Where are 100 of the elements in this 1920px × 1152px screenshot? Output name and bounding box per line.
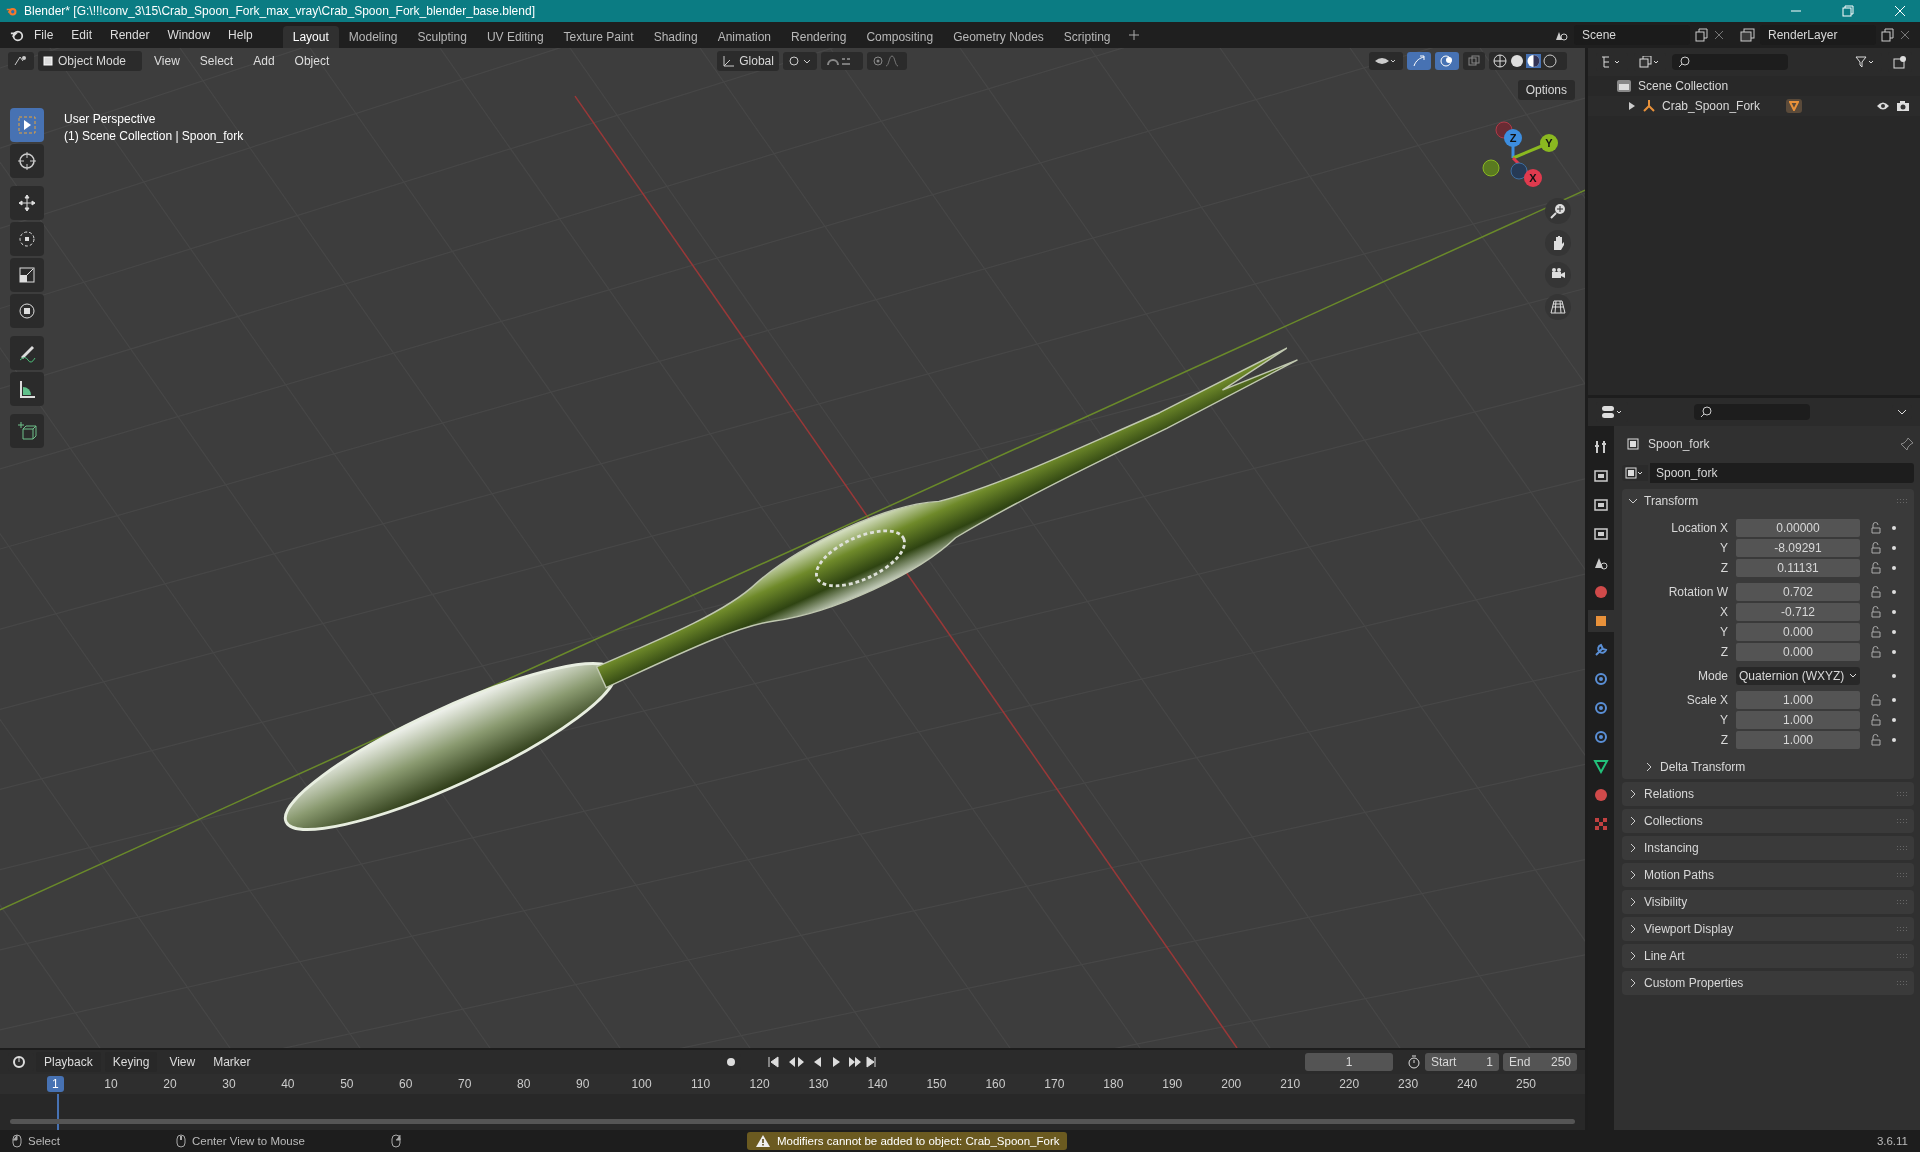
cursor-tool-button[interactable] [10, 144, 44, 178]
panel-title[interactable]: Visibility [1644, 895, 1688, 909]
workspace-tab[interactable]: Shading [643, 26, 708, 48]
object-icon[interactable] [1593, 613, 1609, 629]
number-field[interactable]: 1.000 [1736, 711, 1860, 729]
panel-title[interactable]: Relations [1644, 787, 1695, 801]
view-layer-field[interactable]: RenderLayer [1760, 25, 1876, 45]
duplicate-icon[interactable] [1694, 27, 1710, 43]
transform-tool-button[interactable] [10, 294, 44, 328]
eye-icon[interactable] [1876, 101, 1890, 111]
lock-icon[interactable] [1870, 694, 1882, 706]
workspace-tab[interactable]: Modeling [338, 26, 408, 48]
lock-icon[interactable] [1870, 734, 1882, 746]
keyframe-dot-icon[interactable] [1892, 610, 1896, 614]
mode-dropdown[interactable]: Object Mode [38, 51, 143, 71]
number-field[interactable]: -0.712 [1736, 603, 1860, 621]
keyframe-dot-icon[interactable] [1892, 590, 1896, 594]
keyframe-dot-icon[interactable] [1892, 674, 1896, 678]
current-frame-field[interactable]: 1 [1305, 1053, 1393, 1071]
chevron-right-icon[interactable] [1628, 843, 1638, 853]
visibility-icon[interactable] [1369, 52, 1403, 70]
axis-gizmo-drawing[interactable]: Z Y X [1465, 116, 1565, 196]
workspace-tab[interactable]: UV Editing [476, 26, 554, 48]
measure-tool-button[interactable] [10, 372, 44, 406]
workspace-tab[interactable]: Scripting [1053, 26, 1121, 48]
lock-icon[interactable] [1870, 522, 1882, 534]
panel-title[interactable]: Line Art [1644, 949, 1685, 963]
proportional-edit-icon[interactable] [866, 52, 907, 70]
menu-item[interactable]: Object [286, 51, 338, 71]
workspace-tab[interactable]: Texture Paint [553, 26, 644, 48]
lock-icon[interactable] [1870, 646, 1882, 658]
panel-title[interactable]: Viewport Display [1644, 922, 1734, 936]
panel-title[interactable]: Collections [1644, 814, 1703, 828]
overlay-toggle-icon[interactable] [1435, 52, 1459, 70]
restore-icon[interactable] [1842, 5, 1854, 17]
panel-title[interactable]: Delta Transform [1660, 760, 1746, 774]
stopwatch-icon[interactable] [1407, 1055, 1421, 1069]
number-field[interactable]: 0.000 [1736, 623, 1860, 641]
keyframe-dot-icon[interactable] [1892, 650, 1896, 654]
keyframe-dot-icon[interactable] [1892, 526, 1896, 530]
pivot-icon[interactable] [782, 52, 817, 70]
keyframe-dot-icon[interactable] [1892, 718, 1896, 722]
toggle-icon[interactable] [1601, 405, 1623, 419]
rotate-tool-button[interactable] [10, 222, 44, 256]
chevron-right-icon[interactable] [1628, 870, 1638, 880]
keyframe-dot-icon[interactable] [1892, 738, 1896, 742]
chevron-right-icon[interactable] [1628, 951, 1638, 961]
panel-title[interactable]: Instancing [1644, 841, 1699, 855]
collapsed-triangle-icon[interactable] [1628, 102, 1636, 110]
annotate-tool-button[interactable] [10, 336, 44, 370]
menu-item[interactable]: File [26, 25, 62, 45]
number-field[interactable]: 0.000 [1736, 643, 1860, 661]
workspace-tab[interactable]: Animation [707, 26, 782, 48]
number-field[interactable]: 0.11131 [1736, 559, 1860, 577]
lock-icon[interactable] [1870, 586, 1882, 598]
pin-icon[interactable] [1900, 437, 1914, 451]
menu-item[interactable]: Render [102, 25, 158, 45]
search-field[interactable] [1672, 54, 1788, 70]
number-field[interactable]: 0.702 [1736, 583, 1860, 601]
chevron-right-icon[interactable] [1628, 816, 1638, 826]
playhead-frame[interactable]: 1 [47, 1076, 64, 1092]
orientation-dropdown[interactable]: Global [717, 51, 779, 71]
chevron-right-icon[interactable] [1628, 897, 1638, 907]
panel-title[interactable]: Custom Properties [1644, 976, 1744, 990]
duplicate-icon[interactable] [1880, 27, 1896, 43]
chevron-down-icon[interactable] [1628, 496, 1638, 506]
camera-icon[interactable] [1896, 100, 1910, 112]
workspace-tab[interactable]: Compositing [856, 26, 944, 48]
chevron-right-icon[interactable] [1628, 978, 1638, 988]
start-frame-field[interactable]: Start 1 [1425, 1053, 1499, 1071]
menu-item[interactable]: Select [191, 51, 242, 71]
menu-item[interactable]: Window [159, 25, 219, 45]
menu-item[interactable]: Marker [205, 1052, 259, 1072]
outliner-item[interactable]: Scene Collection [1638, 79, 1729, 93]
panel-title[interactable]: Transform [1644, 494, 1699, 508]
editor-type-button[interactable] [8, 52, 34, 70]
add-cube-tool-button[interactable] [10, 414, 44, 448]
menu-item[interactable]: Add [245, 51, 283, 71]
menu-item[interactable]: View [161, 1052, 204, 1072]
menu-item[interactable]: Keying [104, 1052, 158, 1072]
number-field[interactable]: -8.09291 [1736, 539, 1860, 557]
tool-icon[interactable] [1593, 439, 1609, 455]
workspace-tab[interactable]: Geometry Nodes [943, 26, 1054, 48]
number-field[interactable]: 1.000 [1736, 691, 1860, 709]
lock-icon[interactable] [1870, 542, 1882, 554]
workspace-tab[interactable]: Rendering [781, 26, 857, 48]
lock-icon[interactable] [1870, 562, 1882, 574]
object-type-dropdown[interactable] [1622, 465, 1648, 481]
lock-icon[interactable] [1870, 714, 1882, 726]
menu-item[interactable]: Playback [36, 1052, 101, 1072]
workspace-tab[interactable]: Sculpting [407, 26, 477, 48]
search-field[interactable] [1694, 404, 1810, 420]
lock-icon[interactable] [1870, 606, 1882, 618]
gizmo-toggle-icon[interactable] [1407, 52, 1431, 70]
viewport-editor-icon[interactable] [13, 55, 29, 67]
number-field[interactable]: 1.000 [1736, 731, 1860, 749]
texture-icon[interactable] [1593, 816, 1609, 832]
number-field[interactable]: 0.00000 [1736, 519, 1860, 537]
object-tab[interactable] [1588, 610, 1614, 632]
keyframe-dot-icon[interactable] [1892, 630, 1896, 634]
